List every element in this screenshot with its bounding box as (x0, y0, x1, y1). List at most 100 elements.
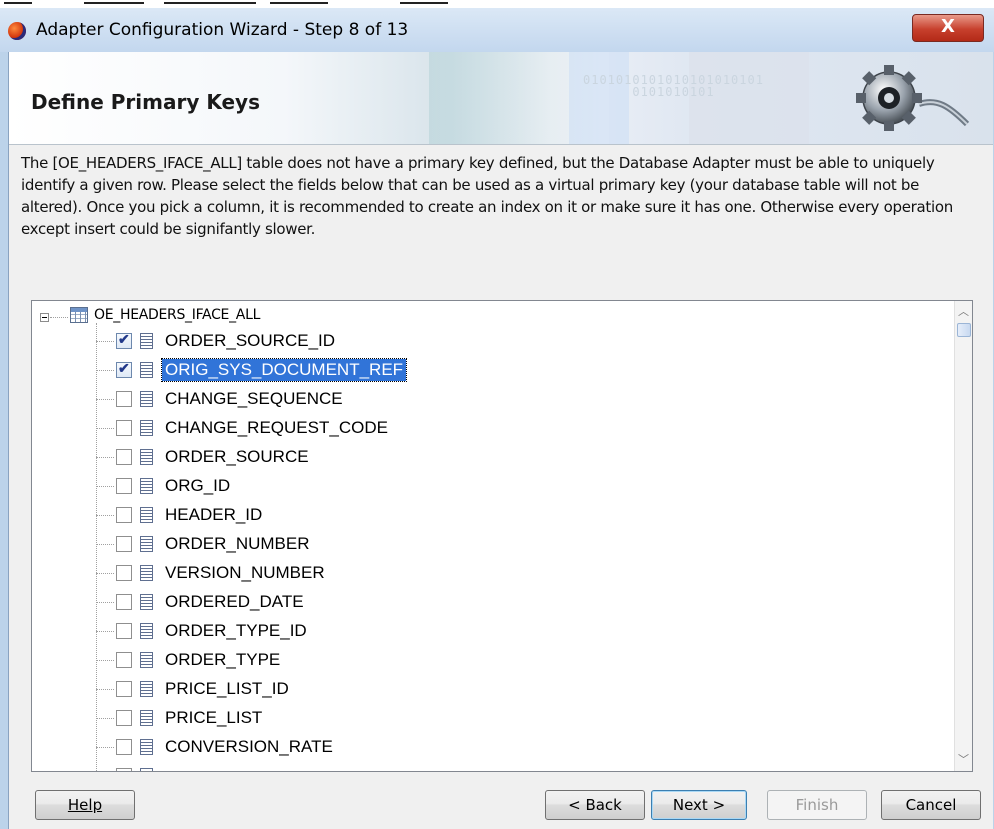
banner-binary-text: 0101010101010101010101 0101010101 (583, 73, 764, 99)
scrollbar-thumb[interactable] (957, 323, 971, 337)
tree-connector (96, 341, 114, 342)
column-name-label[interactable]: ORDER_SOURCE_ID (162, 330, 338, 352)
checkmark-icon: ✔ (118, 360, 130, 376)
column-row[interactable]: ✔ ORDER_SOURCE_ID (32, 325, 932, 353)
tree-connector (96, 370, 114, 371)
column-name-label[interactable]: CHANGE_SEQUENCE (162, 388, 346, 410)
column-row[interactable]: CHANGE_SEQUENCE (32, 383, 932, 411)
primary-key-checkbox[interactable] (116, 478, 132, 494)
column-name-label[interactable]: HEADER_ID (162, 504, 265, 526)
column-row[interactable]: ORDER_TYPE (32, 644, 932, 672)
column-row[interactable]: PRICE_LIST (32, 702, 932, 730)
title-bar[interactable]: Adapter Configuration Wizard - Step 8 of… (0, 8, 994, 52)
primary-key-checkbox[interactable] (116, 536, 132, 552)
column-name-label[interactable]: ORDERED_DATE (162, 591, 307, 613)
column-icon (140, 391, 153, 407)
tree-connector (96, 718, 114, 719)
column-row[interactable]: ORDER_NUMBER (32, 528, 932, 556)
instructions-text: The [OE_HEADERS_IFACE_ALL] table does no… (21, 154, 953, 238)
next-button[interactable]: Next > (651, 790, 747, 820)
step-banner: Define Primary Keys 01010101010101010101… (9, 52, 993, 145)
primary-key-checkbox[interactable] (116, 594, 132, 610)
column-icon (140, 420, 153, 436)
tree-connector (96, 515, 114, 516)
primary-key-checkbox[interactable] (116, 710, 132, 726)
tree-connector (50, 317, 68, 318)
column-icon (140, 362, 153, 378)
window-title: Adapter Configuration Wizard - Step 8 of… (36, 20, 409, 40)
columns-tree[interactable]: OE_HEADERS_IFACE_ALL ✔ ORDER_SOURCE_ID ✔ OR… (31, 300, 973, 772)
wizard-body: Define Primary Keys 01010101010101010101… (8, 52, 993, 829)
primary-key-checkbox[interactable] (116, 652, 132, 668)
scroll-up-icon[interactable]: ︿ (958, 303, 969, 319)
column-row-partial[interactable] (32, 760, 932, 771)
column-icon (140, 565, 153, 581)
column-row[interactable]: ORDER_TYPE_ID (32, 615, 932, 643)
column-row[interactable]: ✔ ORIG_SYS_DOCUMENT_REF (32, 354, 932, 382)
app-icon (8, 22, 26, 40)
column-row[interactable]: ORDER_SOURCE (32, 441, 932, 469)
primary-key-checkbox[interactable] (116, 565, 132, 581)
strip-mark (400, 2, 448, 4)
column-name-label[interactable]: PRICE_LIST (162, 707, 265, 729)
column-row[interactable]: VERSION_NUMBER (32, 557, 932, 585)
column-icon (140, 536, 153, 552)
column-row[interactable]: CHANGE_REQUEST_CODE (32, 412, 932, 440)
strip-mark (164, 2, 256, 4)
column-name-label[interactable]: ORDER_TYPE_ID (162, 620, 310, 642)
column-name-label[interactable]: PRICE_LIST_ID (162, 678, 292, 700)
column-icon (140, 333, 153, 349)
column-icon (140, 449, 153, 465)
scroll-down-icon[interactable]: ﹀ (958, 751, 969, 767)
table-name-label: OE_HEADERS_IFACE_ALL (94, 307, 261, 323)
primary-key-checkbox[interactable] (116, 623, 132, 639)
primary-key-checkbox[interactable] (116, 449, 132, 465)
column-icon (140, 594, 153, 610)
tree-root-node[interactable]: OE_HEADERS_IFACE_ALL (32, 307, 632, 327)
column-name-label[interactable]: CONVERSION_RATE (162, 736, 336, 758)
close-button[interactable]: X (912, 14, 984, 42)
column-row[interactable]: ORDERED_DATE (32, 586, 932, 614)
primary-key-checkbox[interactable]: ✔ (116, 331, 132, 349)
tree-connector (96, 428, 114, 429)
wizard-window: Adapter Configuration Wizard - Step 8 of… (0, 0, 994, 829)
column-name-label[interactable]: VERSION_NUMBER (162, 562, 328, 584)
column-row[interactable]: ORG_ID (32, 470, 932, 498)
column-row[interactable]: PRICE_LIST_ID (32, 673, 932, 701)
primary-key-checkbox[interactable] (116, 768, 132, 771)
tree-connector (96, 544, 114, 545)
help-label: Help (67, 796, 103, 814)
help-button[interactable]: Help (35, 790, 135, 820)
column-icon (140, 681, 153, 697)
column-name-label[interactable]: ORDER_NUMBER (162, 533, 313, 555)
column-name-label[interactable]: ORDER_TYPE (162, 649, 283, 671)
strip-mark (84, 2, 144, 4)
column-row[interactable]: CONVERSION_RATE (32, 731, 932, 759)
page-title: Define Primary Keys (31, 90, 260, 114)
primary-key-checkbox[interactable] (116, 391, 132, 407)
back-button[interactable]: < Back (545, 790, 645, 820)
column-name-label[interactable]: ORIG_SYS_DOCUMENT_REF (160, 358, 408, 382)
tree-connector (96, 399, 114, 400)
column-row[interactable]: HEADER_ID (32, 499, 932, 527)
column-name-label[interactable]: CHANGE_REQUEST_CODE (162, 417, 391, 439)
collapse-toggle-icon[interactable] (40, 313, 49, 322)
column-icon (140, 739, 153, 755)
column-icon (140, 710, 153, 726)
strip-mark (270, 2, 328, 4)
tree-connector (96, 747, 114, 748)
cancel-button[interactable]: Cancel (881, 790, 981, 820)
adapter-gear-icon (856, 65, 970, 131)
column-icon (140, 652, 153, 668)
column-name-label[interactable]: ORDER_SOURCE (162, 446, 312, 468)
column-name-label[interactable]: ORG_ID (162, 475, 233, 497)
finish-button[interactable]: Finish (767, 790, 867, 820)
tree-connector (96, 573, 114, 574)
tree-connector (96, 689, 114, 690)
primary-key-checkbox[interactable]: ✔ (116, 360, 132, 378)
primary-key-checkbox[interactable] (116, 681, 132, 697)
vertical-scrollbar[interactable]: ︿ ﹀ (954, 301, 972, 771)
primary-key-checkbox[interactable] (116, 420, 132, 436)
primary-key-checkbox[interactable] (116, 739, 132, 755)
primary-key-checkbox[interactable] (116, 507, 132, 523)
